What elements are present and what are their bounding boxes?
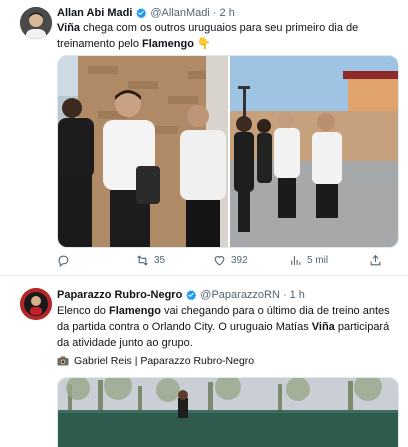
- photo-left[interactable]: [58, 56, 228, 248]
- views-count: 5 mil: [307, 255, 329, 266]
- separator-dot: ·: [282, 289, 287, 301]
- avatar[interactable]: [20, 7, 52, 39]
- text-bold: Viña: [57, 22, 81, 34]
- views-button[interactable]: 5 mil: [289, 254, 328, 267]
- tweet-allan-abi-madi[interactable]: Allan Abi Madi @AllanMadi · 2 h Viña che…: [0, 0, 408, 276]
- like-count: 392: [231, 255, 248, 266]
- author-handle[interactable]: @AllanMadi: [150, 6, 209, 20]
- text-span: Elenco do: [57, 305, 109, 317]
- author-name[interactable]: Allan Abi Madi: [57, 6, 132, 20]
- tweet-header: Allan Abi Madi @AllanMadi · 2 h: [57, 6, 235, 20]
- share-button[interactable]: [369, 254, 387, 267]
- reply-icon: [58, 255, 69, 267]
- credit-text: Gabriel Reis | Paparazzo Rubro-Negro: [74, 355, 255, 367]
- views-icon: [291, 256, 301, 265]
- timestamp[interactable]: 2 h: [220, 6, 235, 20]
- tweet-header: Paparazzo Rubro-Negro @PaparazzoRN · 1 h: [57, 288, 305, 302]
- reply-button[interactable]: [57, 254, 75, 267]
- separator-dot: ·: [212, 7, 217, 19]
- text-bold: Viña: [311, 321, 335, 333]
- tweet-text: Elenco do Flamengo vai chegando para o ú…: [57, 303, 397, 351]
- retweet-count: 35: [154, 255, 166, 266]
- author-name[interactable]: Paparazzo Rubro-Negro: [57, 288, 182, 302]
- tweet-text: Viña chega com os outros uruguaios para …: [57, 20, 397, 52]
- camera-icon: [57, 356, 69, 366]
- tweet-media-photo[interactable]: [57, 377, 399, 447]
- photo-right[interactable]: [230, 56, 399, 248]
- verified-badge-icon: [135, 7, 147, 19]
- retweet-icon: [137, 255, 148, 266]
- heart-icon: [214, 256, 225, 266]
- tweet-media-photos[interactable]: [57, 55, 399, 248]
- author-handle[interactable]: @PaparazzoRN: [200, 288, 280, 302]
- photo-credit: Gabriel Reis | Paparazzo Rubro-Negro: [57, 355, 254, 367]
- tweet-paparazzo-rubro-negro[interactable]: Paparazzo Rubro-Negro @PaparazzoRN · 1 h…: [0, 276, 408, 447]
- like-button[interactable]: 392: [213, 254, 248, 267]
- text-bold: Flamengo: [108, 305, 161, 317]
- verified-badge-icon: [185, 289, 197, 301]
- retweet-button[interactable]: 35: [136, 254, 165, 267]
- text-emoji: 👇: [193, 38, 211, 50]
- timestamp[interactable]: 1 h: [290, 288, 305, 302]
- share-icon: [370, 254, 381, 266]
- text-bold: Flamengo: [142, 38, 194, 50]
- tweet-actions: 35 392 5 mil: [57, 254, 387, 270]
- avatar[interactable]: [20, 288, 52, 320]
